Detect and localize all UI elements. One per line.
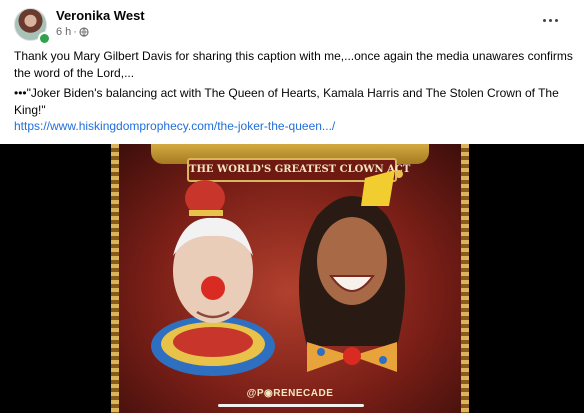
author-name[interactable]: Veronika West <box>56 8 145 23</box>
poster-border <box>461 144 469 413</box>
clown-figure-right <box>299 170 405 372</box>
post-quote-text: •••"Joker Biden's balancing act with The… <box>14 86 559 117</box>
post-meta: 6 h · <box>56 26 89 38</box>
meta-separator: · <box>73 26 77 38</box>
facebook-post: Veronika West 6 h · Thank you Mary Gilbe… <box>0 0 584 413</box>
post-link[interactable]: https://www.hiskingdomprophecy.com/the-j… <box>14 119 335 133</box>
post-quote: •••"Joker Biden's balancing act with The… <box>14 85 574 135</box>
poster-border <box>111 144 119 413</box>
poster-credit: @P◉RENECADE <box>246 388 334 399</box>
post-header: Veronika West 6 h · <box>14 8 570 45</box>
post-body: Thank you Mary Gilbert Davis for sharing… <box>14 48 574 139</box>
online-status-dot <box>38 32 51 45</box>
post-video[interactable]: THE WORLD'S GREATEST CLOWN ACT @P◉RENECA… <box>0 144 584 413</box>
video-progress-bar[interactable] <box>218 404 364 407</box>
more-options-icon[interactable] <box>538 12 562 28</box>
clown-poster-image: THE WORLD'S GREATEST CLOWN ACT @P◉RENECA… <box>111 144 469 413</box>
clown-figure-left <box>151 180 275 376</box>
post-paragraph: Thank you Mary Gilbert Davis for sharing… <box>14 49 573 80</box>
post-timestamp[interactable]: 6 h <box>56 26 71 38</box>
globe-icon[interactable] <box>79 27 89 37</box>
